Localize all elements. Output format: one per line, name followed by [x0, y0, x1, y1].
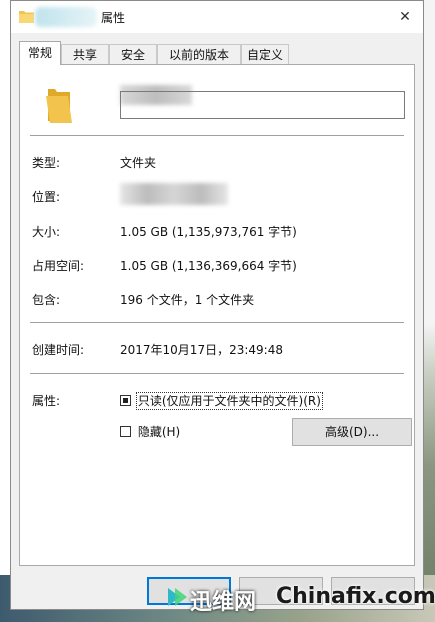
desktop-background-left [0, 0, 10, 622]
window-title: 属性 [101, 11, 126, 25]
tab-general[interactable]: 常规 [19, 41, 61, 65]
readonly-checkbox-label: 只读(仅应用于文件夹中的文件)(R) [135, 392, 323, 410]
folder-large-icon [46, 89, 72, 123]
separator [30, 322, 404, 323]
readonly-checkbox[interactable]: 只读(仅应用于文件夹中的文件)(R) [120, 392, 323, 410]
separator [30, 135, 404, 136]
tab-customize[interactable]: 自定义 [241, 44, 289, 64]
hidden-checkbox[interactable]: 隐藏(H) [120, 423, 180, 441]
chinafix-logo-icon [168, 588, 187, 606]
created-value: 2017年10月17日，23:49:48 [120, 343, 283, 357]
size-value: 1.05 GB (1,135,973,761 字节) [120, 225, 297, 239]
size-label: 大小: [32, 225, 61, 239]
hidden-checkbox-label: 隐藏(H) [137, 425, 181, 439]
folder-icon [19, 11, 34, 23]
tab-previous-versions[interactable]: 以前的版本 [157, 44, 241, 64]
size-on-disk-label: 占用空间: [32, 259, 85, 273]
tab-sharing[interactable]: 共享 [61, 44, 109, 64]
general-panel: 类型: 文件夹 位置: 大小: 1.05 GB (1,135,973,761 字… [19, 64, 415, 566]
title-bar[interactable]: 属性 ✕ [11, 1, 423, 33]
advanced-button[interactable]: 高级(D)... [292, 418, 412, 446]
size-on-disk-value: 1.05 GB (1,136,369,664 字节) [120, 259, 297, 273]
hidden-checkbox-box[interactable] [120, 426, 131, 437]
redacted-location [120, 183, 228, 205]
tab-security[interactable]: 安全 [109, 44, 157, 64]
created-label: 创建时间: [32, 343, 85, 357]
attributes-label: 属性: [32, 394, 61, 408]
contains-value: 196 个文件，1 个文件夹 [120, 293, 255, 307]
contains-label: 包含: [32, 293, 61, 307]
readonly-checkbox-box[interactable] [120, 395, 131, 406]
watermark-brand-en: Chinafix.com [276, 584, 435, 609]
type-label: 类型: [32, 156, 61, 170]
watermark: 迅维网 Chinafix.com [160, 578, 435, 618]
type-value: 文件夹 [120, 156, 157, 170]
separator [30, 373, 404, 374]
watermark-brand-cn: 迅维网 [190, 590, 257, 615]
close-icon: ✕ [399, 9, 411, 25]
location-label: 位置: [32, 190, 61, 204]
redacted-folder-name [35, 7, 97, 27]
properties-dialog: 属性 ✕ 常规 共享 安全 以前的版本 自定义 类型: 文件夹 位置: 大小: … [10, 0, 424, 610]
close-button[interactable]: ✕ [393, 5, 417, 29]
folder-name-input[interactable] [120, 91, 405, 119]
